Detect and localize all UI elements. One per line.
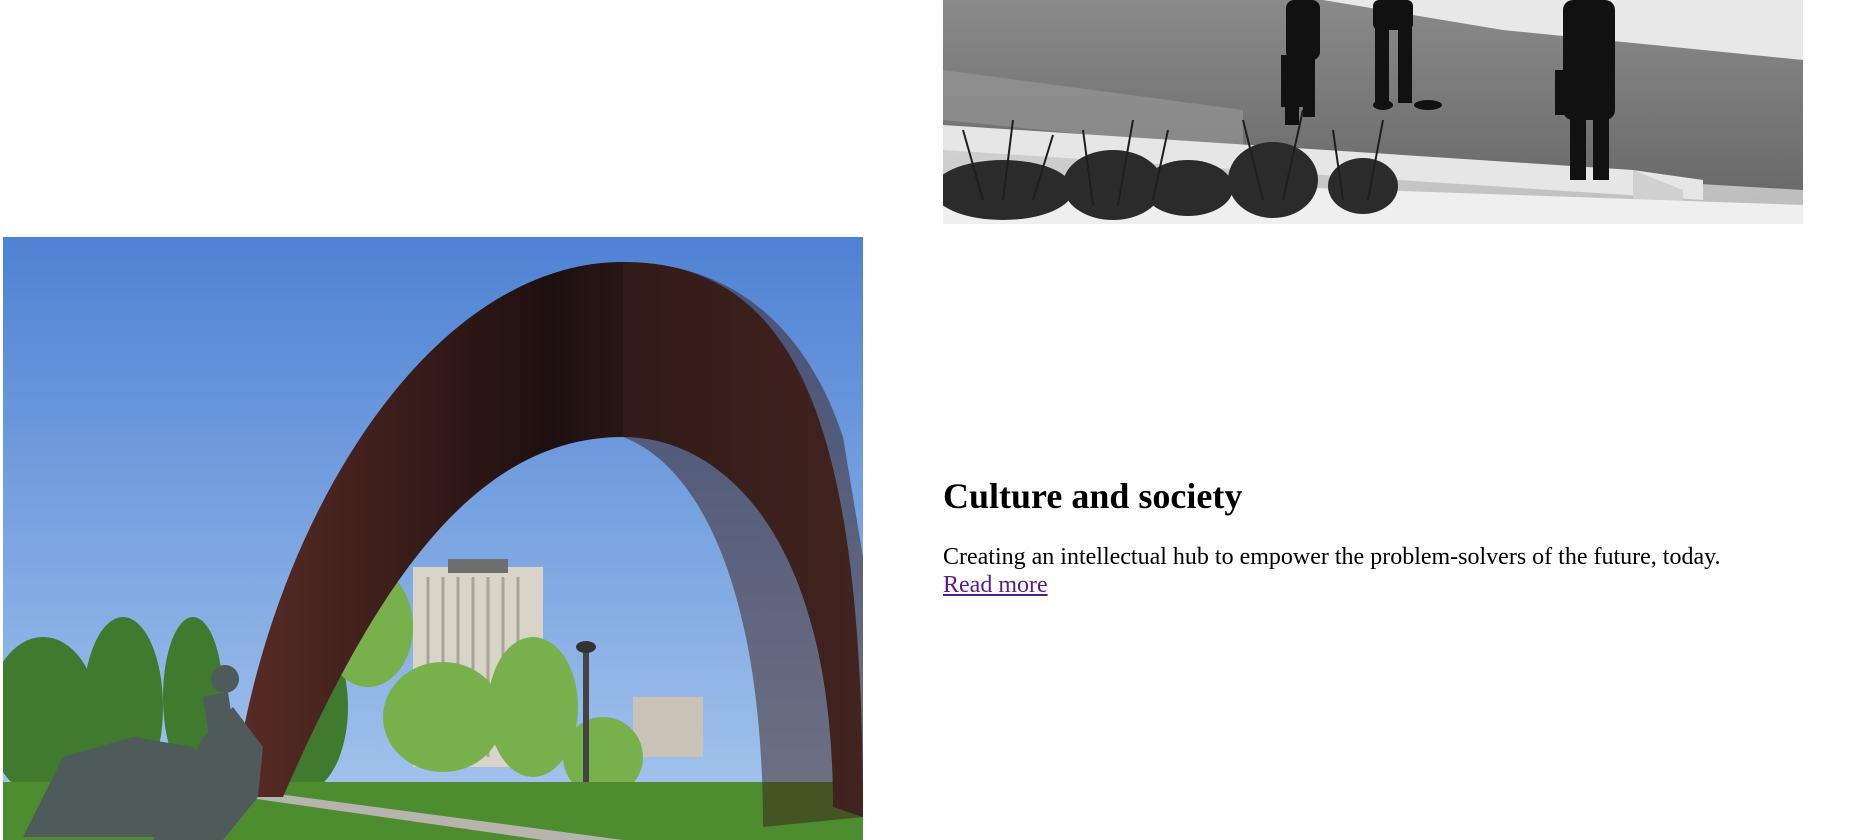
read-more-link[interactable]: Read more — [943, 571, 1048, 599]
feature-text-block: Culture and society Creating an intellec… — [943, 476, 1843, 599]
people-walking-photo-graphic — [943, 0, 1803, 224]
feature-title: Culture and society — [943, 476, 1243, 516]
arch-sculpture-photo — [3, 237, 863, 840]
people-walking-photo — [943, 0, 1803, 224]
arch-sculpture-photo-graphic — [3, 237, 863, 840]
page: Culture and society Creating an intellec… — [0, 0, 1871, 840]
feature-description: Creating an intellectual hub to empower … — [943, 544, 1721, 571]
